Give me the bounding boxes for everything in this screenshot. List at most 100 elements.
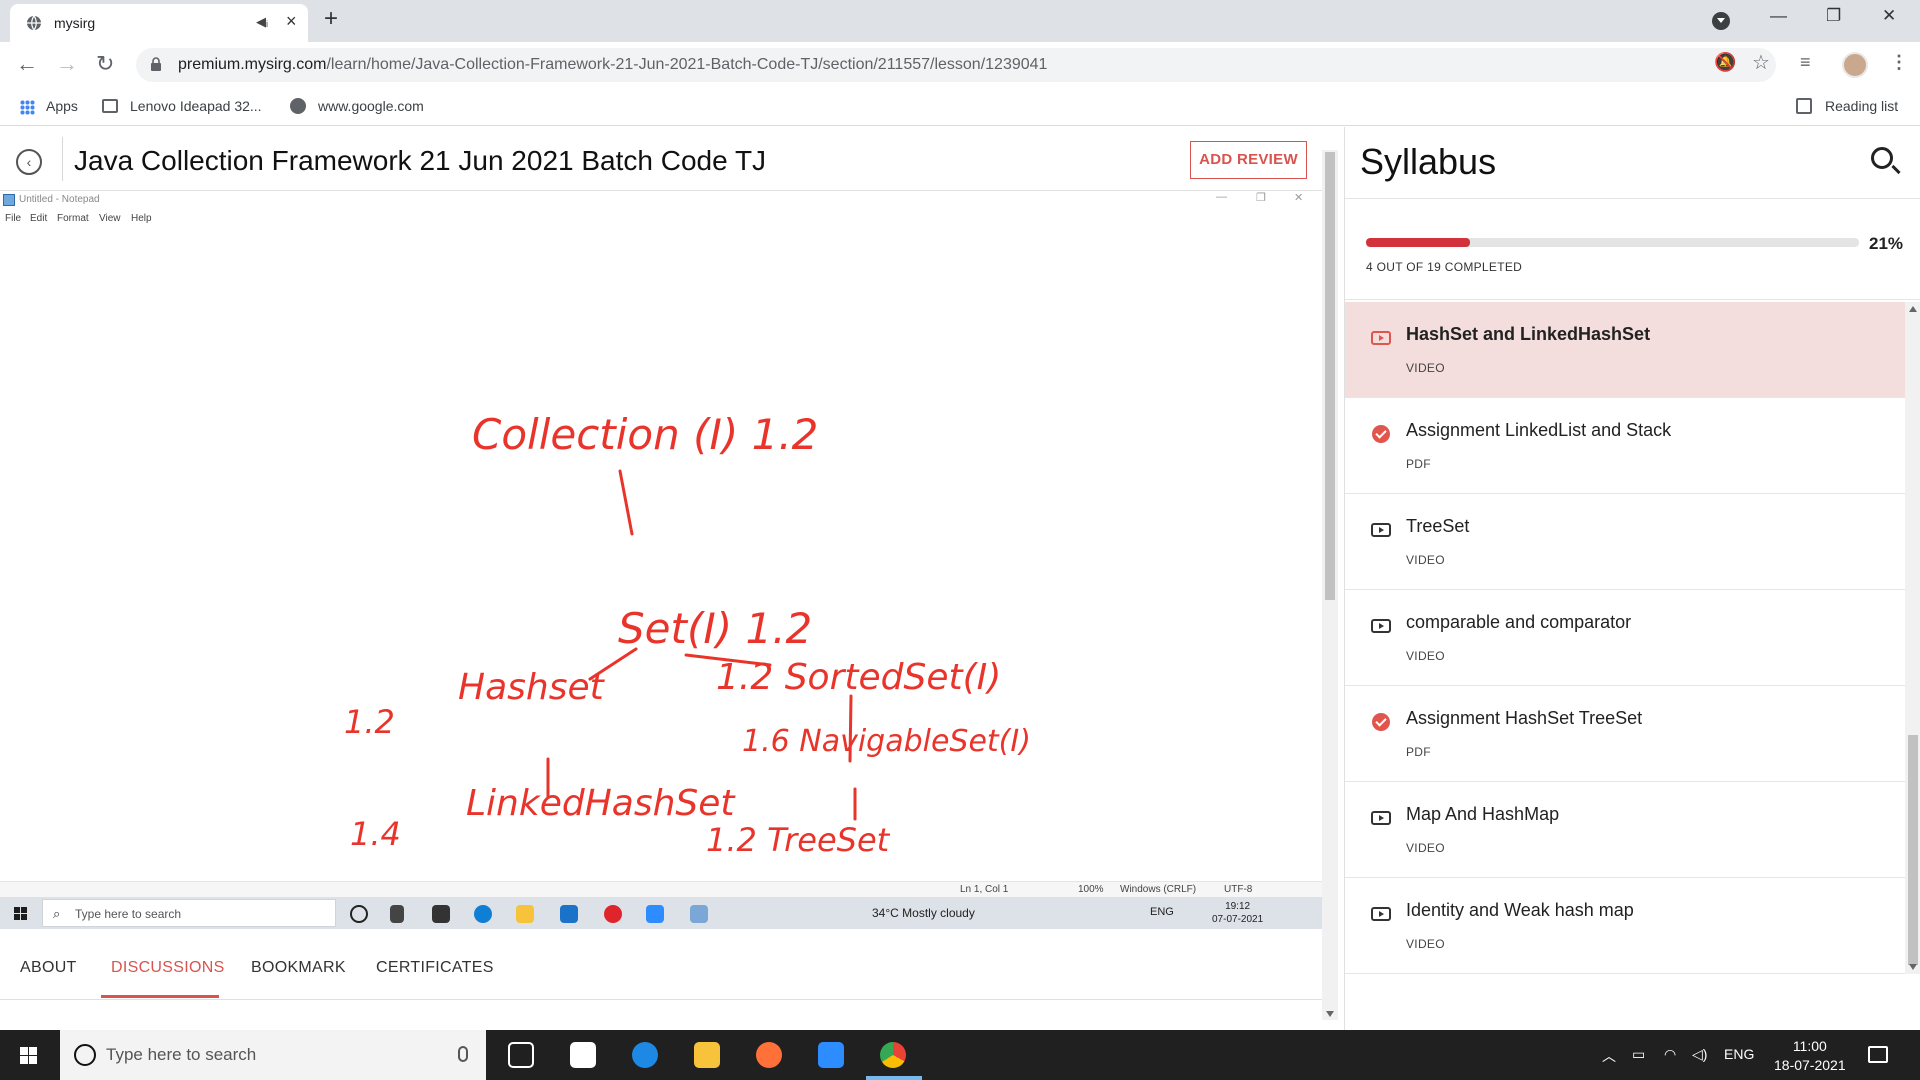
windows-start-icon (14, 907, 27, 920)
notepad-menu-view: View (99, 213, 121, 224)
hw-linkedhashset: LinkedHashSet (466, 783, 736, 824)
notepad-maximize-icon: ❐ (1256, 192, 1266, 204)
bookmark-star-icon[interactable]: ☆ (1752, 50, 1770, 75)
reload-button[interactable]: ↻ (96, 50, 114, 78)
laptop-icon (102, 99, 118, 113)
notepad-app-icon (690, 905, 708, 923)
apps-grid-icon[interactable] (20, 100, 35, 115)
active-tab-underline (101, 995, 219, 998)
lesson-item[interactable]: TreeSet VIDEO (1345, 494, 1905, 590)
close-window-button[interactable]: ✕ (1882, 6, 1896, 26)
lesson-item[interactable]: Assignment HashSet TreeSet PDF (1345, 686, 1905, 782)
handwriting-canvas: Collection (I) 1.2 Set(I) 1.2 1.2 Sorted… (344, 410, 1031, 859)
reading-list-button[interactable]: Reading list (1825, 98, 1898, 114)
course-title: Java Collection Framework 21 Jun 2021 Ba… (74, 145, 767, 176)
page-scrollbar[interactable] (1322, 150, 1338, 1020)
audio-playing-icon[interactable]: ◀ᵢ (256, 14, 268, 30)
progress-bar-fill (1366, 238, 1470, 247)
show-hidden-icons-icon[interactable]: ︿ (1602, 1046, 1616, 1066)
lesson-item[interactable]: Identity and Weak hash map VIDEO (1345, 878, 1905, 974)
tab-about[interactable]: ABOUT (20, 959, 77, 977)
chrome-icon[interactable] (880, 1042, 906, 1068)
lesson-type: VIDEO (1406, 361, 1445, 375)
bookmark-lenovo[interactable]: Lenovo Ideapad 32... (130, 98, 262, 114)
bookmark-apps[interactable]: Apps (46, 98, 78, 114)
syllabus-title: Syllabus (1360, 141, 1497, 182)
lesson-type: VIDEO (1406, 841, 1445, 855)
lesson-title: HashSet and LinkedHashSet (1406, 324, 1651, 344)
tab-search-icon[interactable] (1712, 12, 1730, 30)
minimize-button[interactable]: — (1770, 6, 1787, 26)
store-icon (432, 905, 450, 923)
maximize-button[interactable]: ❐ (1826, 6, 1841, 26)
recorded-taskbar: ⌕ Type here to search 34°C Mostly cloudy… (0, 897, 1322, 929)
notification-center-icon[interactable] (1868, 1046, 1888, 1063)
hw-set: Set(I) 1.2 (618, 604, 812, 653)
header-divider (62, 137, 63, 181)
battery-icon[interactable]: ▭ (1632, 1046, 1645, 1063)
recorded-time: 19:12 (1225, 901, 1251, 912)
file-explorer-icon[interactable] (694, 1042, 720, 1068)
lesson-item[interactable]: comparable and comparator VIDEO (1345, 590, 1905, 686)
hw-navigableset: 1.6 NavigableSet(I) (742, 724, 1031, 759)
lock-icon[interactable] (150, 57, 162, 71)
browser-tab[interactable]: mysirg ◀ᵢ × (10, 4, 308, 42)
url-host: premium.mysirg.com (178, 56, 327, 73)
video-player[interactable]: Untitled - Notepad — ❐ ✕ File Edit Forma… (0, 191, 1322, 935)
wifi-icon[interactable]: ◠ (1664, 1046, 1676, 1063)
edge-icon (474, 905, 492, 923)
taskbar-search-box[interactable]: Type here to search (60, 1030, 486, 1080)
firefox-icon[interactable] (756, 1042, 782, 1068)
hw-hashset: Hashset (458, 667, 606, 708)
more-menu-icon[interactable]: ⋮ (1890, 52, 1908, 73)
page-scrollbar-thumb[interactable] (1325, 152, 1335, 600)
play-icon (1371, 331, 1391, 345)
syllabus-scrollbar[interactable] (1905, 302, 1920, 974)
address-bar[interactable]: premium.mysirg.com/learn/home/Java-Colle… (136, 48, 1776, 82)
store-icon[interactable] (570, 1042, 596, 1068)
notepad-status-bar: Ln 1, Col 1 100% Windows (CRLF) UTF-8 (0, 881, 1322, 897)
play-icon (1371, 907, 1391, 921)
lesson-list: HashSet and LinkedHashSet VIDEO Assignment… (1345, 302, 1905, 974)
tab-close-icon[interactable]: × (286, 12, 297, 30)
hw-linkedhashset-version: 1.4 (350, 815, 401, 853)
task-view-icon[interactable] (508, 1042, 534, 1068)
scroll-down-arrow-icon[interactable] (1909, 964, 1917, 970)
status-encoding: UTF-8 (1224, 884, 1253, 895)
forward-button[interactable]: → (56, 50, 78, 78)
lesson-type: PDF (1406, 457, 1431, 471)
lesson-item[interactable]: Assignment LinkedList and Stack PDF (1345, 398, 1905, 494)
lesson-item[interactable]: HashSet and LinkedHashSet VIDEO (1345, 302, 1905, 398)
notifications-blocked-icon[interactable]: 🔕 (1714, 52, 1736, 73)
lesson-item[interactable]: Map And HashMap VIDEO (1345, 782, 1905, 878)
scroll-down-arrow-icon[interactable] (1326, 1011, 1334, 1017)
taskbar-lang[interactable]: ENG (1724, 1046, 1754, 1062)
search-icon[interactable] (1871, 147, 1893, 169)
back-button[interactable]: ← (16, 50, 38, 78)
tab-certificates[interactable]: CERTIFICATES (376, 959, 494, 977)
hw-line-sortedset-navigable (848, 694, 853, 763)
new-tab-button[interactable]: + (324, 7, 338, 31)
zoom-icon[interactable] (818, 1042, 844, 1068)
progress-bar (1366, 238, 1859, 247)
cortana-icon[interactable] (74, 1044, 96, 1066)
add-review-button[interactable]: ADD REVIEW (1190, 141, 1307, 179)
reading-list-icon[interactable] (1796, 98, 1812, 114)
edge-icon[interactable] (632, 1042, 658, 1068)
tab-discussions[interactable]: DISCUSSIONS (111, 959, 225, 977)
tab-bookmark[interactable]: BOOKMARK (251, 959, 346, 977)
bookmark-google[interactable]: www.google.com (318, 98, 424, 114)
syllabus-scrollbar-thumb[interactable] (1908, 735, 1918, 965)
profile-avatar[interactable] (1842, 52, 1868, 78)
volume-icon[interactable]: ◁) (1692, 1046, 1707, 1063)
scroll-up-arrow-icon[interactable] (1909, 306, 1917, 312)
file-explorer-icon (516, 905, 534, 923)
microphone-icon[interactable] (458, 1046, 468, 1062)
lesson-icon (1371, 907, 1391, 921)
progress-percent: 21% (1869, 234, 1904, 253)
taskbar-clock[interactable]: 11:00 18-07-2021 (1774, 1037, 1846, 1075)
back-arrow-icon[interactable]: ‹ (16, 149, 42, 175)
syllabus-divider (1345, 198, 1920, 199)
media-control-icon[interactable]: ≡ (1800, 52, 1811, 73)
windows-start-icon[interactable] (20, 1047, 37, 1064)
